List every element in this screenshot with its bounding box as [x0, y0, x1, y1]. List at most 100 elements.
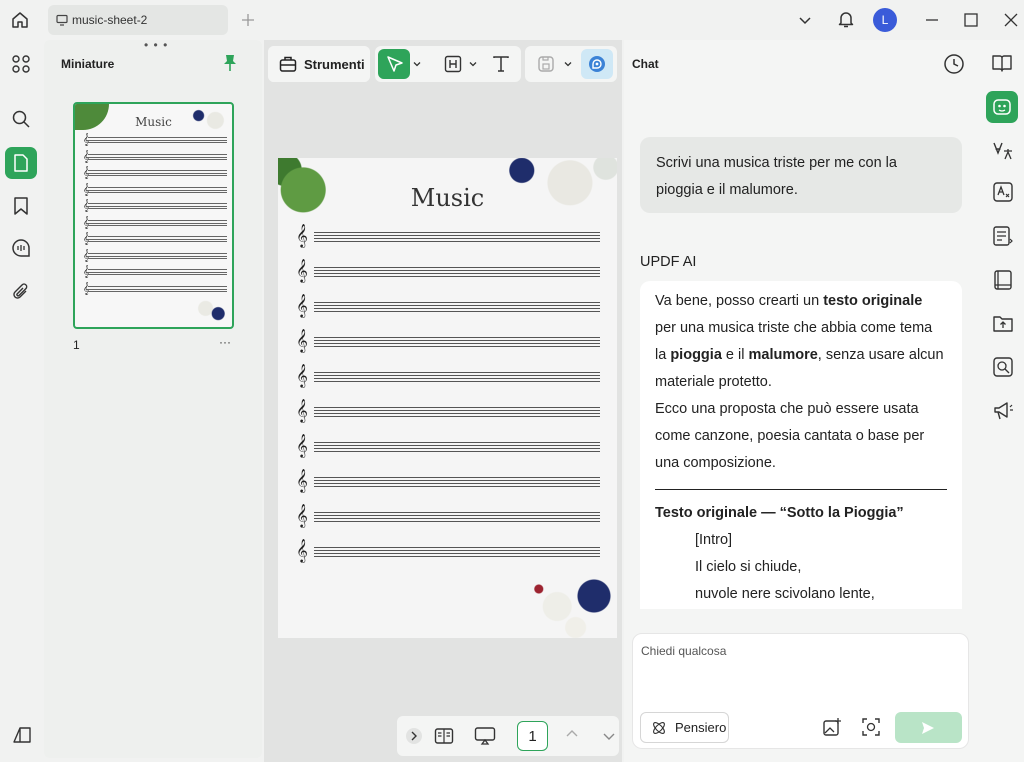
chevron-down-icon[interactable]: [412, 59, 422, 69]
attachment-icon[interactable]: [11, 282, 31, 302]
translate-document-icon[interactable]: [992, 181, 1014, 203]
music-staff: 𝄞: [296, 503, 600, 527]
tools-group: Strumenti: [268, 46, 370, 82]
history-icon[interactable]: [943, 53, 965, 75]
pages-button[interactable]: [5, 147, 37, 179]
screenshot-icon[interactable]: [861, 717, 881, 737]
music-staff: 𝄞: [296, 328, 600, 352]
treble-clef: 𝄞: [296, 503, 308, 527]
thumbnail-panel: • • • Miniature Music 𝄞 𝄞 𝄞 𝄞 𝄞 𝄞 𝄞 𝄞 𝄞 𝄞 1 ···: [44, 38, 262, 758]
image-upload-icon[interactable]: [822, 717, 842, 737]
search-icon[interactable]: [11, 109, 31, 129]
music-staff: 𝄞: [296, 538, 600, 562]
treble-clef: 𝄞: [296, 398, 308, 422]
thumbnail-staff: 𝄞: [83, 232, 227, 245]
comment-icon[interactable]: [11, 238, 31, 258]
chat-input-placeholder: Chiedi qualcosa: [641, 644, 727, 658]
text-tool-icon[interactable]: [492, 55, 510, 73]
ai-text-bold: pioggia: [670, 347, 722, 363]
send-button[interactable]: [895, 712, 962, 743]
ai-icon: [587, 54, 607, 74]
chevron-down-icon[interactable]: [468, 59, 478, 69]
folder-upload-icon[interactable]: [992, 312, 1014, 334]
layers-icon[interactable]: [12, 726, 32, 744]
ai-lyric-line: nuvole nere scivolano lente,: [695, 586, 875, 602]
tools-label: Strumenti: [304, 56, 365, 72]
document-page: Music 𝄞 𝄞 𝄞 𝄞 𝄞 𝄞 𝄞 𝄞 𝄞 𝄞: [278, 158, 617, 638]
reading-mode-icon[interactable]: [434, 726, 454, 746]
page-number-input[interactable]: 1: [517, 721, 548, 751]
translate-icon[interactable]: [992, 139, 1014, 161]
expand-button[interactable]: [406, 728, 422, 744]
chat-title: Chat: [632, 57, 659, 71]
staff-lines: [314, 302, 600, 312]
ai-bot-icon: [992, 97, 1012, 117]
thumbnail-page-number: 1: [73, 338, 80, 352]
page-title: Music: [410, 184, 485, 212]
book-icon[interactable]: [991, 52, 1013, 74]
ai-text-bold: testo originale: [823, 293, 923, 309]
monitor-icon: [56, 14, 68, 26]
music-staff: 𝄞: [296, 293, 600, 317]
treble-clef: 𝄞: [296, 363, 308, 387]
flower-decoration: [193, 298, 229, 324]
maximize-icon[interactable]: [963, 12, 979, 28]
presentation-icon[interactable]: [474, 726, 496, 746]
staff-lines: [314, 372, 600, 382]
thumbnail-staff: 𝄞: [83, 150, 227, 163]
apps-grid-icon[interactable]: [11, 54, 31, 74]
thumbnail-panel-title: Miniature: [61, 57, 115, 71]
staff-lines: [314, 477, 600, 487]
staff-lines: [314, 232, 600, 242]
staff-lines: [314, 442, 600, 452]
search-document-icon[interactable]: [992, 356, 1014, 378]
staff-lines: [88, 285, 227, 292]
staff-lines: [314, 267, 600, 277]
document-tab[interactable]: music-sheet-2: [48, 5, 228, 35]
bookmark-icon[interactable]: [12, 196, 30, 216]
music-staff: 𝄞: [296, 223, 600, 247]
save-icon[interactable]: [537, 55, 555, 73]
staff-lines: [88, 252, 227, 259]
chevron-down-icon[interactable]: [563, 59, 573, 69]
chevron-down-icon[interactable]: [797, 12, 813, 28]
avatar[interactable]: L: [873, 8, 897, 32]
thumbnail-more-button[interactable]: ···: [219, 335, 231, 349]
ai-heading: Testo originale — “Sotto la Pioggia”: [655, 505, 904, 521]
pin-icon[interactable]: [222, 54, 238, 72]
music-staff: 𝄞: [296, 363, 600, 387]
heading-tool-icon[interactable]: [444, 55, 462, 73]
page-thumbnail[interactable]: Music 𝄞 𝄞 𝄞 𝄞 𝄞 𝄞 𝄞 𝄞 𝄞 𝄞: [73, 102, 234, 329]
thinking-toggle-button[interactable]: Pensiero: [640, 712, 729, 743]
right-rail: [980, 40, 1024, 762]
staff-lines: [314, 337, 600, 347]
chevron-up-icon[interactable]: [565, 729, 579, 739]
resize-handle[interactable]: • • •: [144, 38, 168, 52]
ai-assistant-button[interactable]: [581, 49, 613, 79]
toolbox-icon: [279, 55, 297, 73]
new-tab-icon[interactable]: [240, 12, 256, 28]
treble-clef: 𝄞: [296, 328, 308, 352]
treble-clef: 𝄞: [296, 433, 308, 457]
staff-lines: [314, 512, 600, 522]
thumbnail-staff: 𝄞: [83, 133, 227, 146]
ai-lyric-line: Il cielo si chiude,: [695, 559, 802, 575]
reader-icon[interactable]: [992, 269, 1014, 291]
staff-lines: [88, 236, 227, 242]
tools-button[interactable]: Strumenti: [268, 46, 370, 82]
ai-chat-button[interactable]: [986, 91, 1018, 123]
ai-sender-label: UPDF AI: [640, 254, 697, 270]
treble-clef: 𝄞: [296, 258, 308, 282]
close-icon[interactable]: [1003, 12, 1019, 28]
home-icon[interactable]: [10, 10, 30, 30]
announcement-icon[interactable]: [992, 400, 1014, 422]
ai-text: e il: [721, 347, 749, 363]
music-staff: 𝄞: [296, 468, 600, 492]
summarize-icon[interactable]: [992, 225, 1014, 247]
staff-lines: [88, 137, 227, 143]
select-tool-button[interactable]: [378, 49, 410, 79]
music-staff: 𝄞: [296, 433, 600, 457]
bell-icon[interactable]: [836, 9, 856, 29]
chevron-down-icon[interactable]: [602, 731, 616, 741]
minimize-icon[interactable]: [924, 12, 940, 28]
